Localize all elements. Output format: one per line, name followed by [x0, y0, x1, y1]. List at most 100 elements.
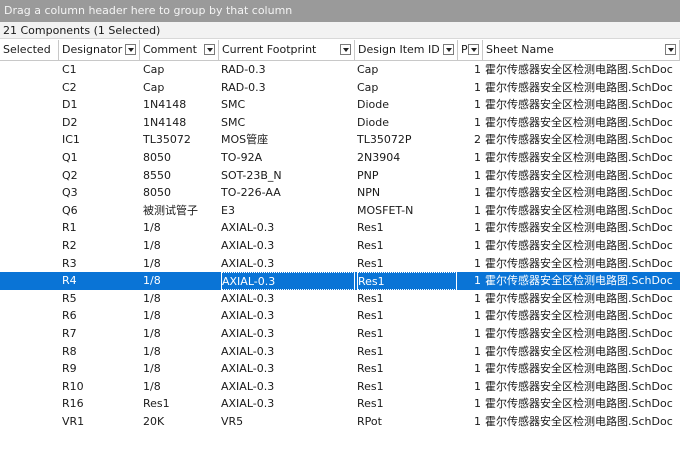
footprint-cell: TO-92A — [221, 150, 263, 164]
table-row-selected[interactable]: R4 1/8 AXIAL-0.3 Res1 1 霍尔传感器安全区检测电路图.Sc… — [0, 272, 680, 290]
table-row[interactable]: Q2 8550 SOT-23B_N PNP 1 霍尔传感器安全区检测电路图.Sc… — [0, 167, 680, 185]
column-header-label: Sheet Name — [486, 43, 554, 56]
column-header-label: Current Footprint — [222, 43, 317, 56]
table-row[interactable]: R6 1/8 AXIAL-0.3 Res1 1 霍尔传感器安全区检测电路图.Sc… — [0, 307, 680, 325]
table-row[interactable]: R10 1/8 AXIAL-0.3 Res1 1 霍尔传感器安全区检测电路图.S… — [0, 378, 680, 396]
table-row[interactable]: C1 Cap RAD-0.3 Cap 1 霍尔传感器安全区检测电路图.SchDo… — [0, 61, 680, 79]
group-by-panel[interactable]: Drag a column header here to group by th… — [0, 0, 680, 22]
footprint-cell: AXIAL-0.3 — [221, 291, 275, 305]
quantity-cell: 1 — [474, 379, 481, 393]
comment-cell: 1/8 — [143, 379, 161, 393]
comment-cell: 1/8 — [143, 274, 161, 288]
footprint-cell: AXIAL-0.3 — [221, 309, 275, 323]
table-row[interactable]: Q1 8050 TO-92A 2N3904 1 霍尔传感器安全区检测电路图.Sc… — [0, 149, 680, 167]
quantity-cell: 1 — [474, 221, 481, 235]
table-row[interactable]: IC1 TL35072 MOS管座 TL35072P 2 霍尔传感器安全区检测电… — [0, 131, 680, 149]
design-item-cell: Res1 — [357, 362, 384, 376]
table-row[interactable]: D1 1N4148 SMC Diode 1 霍尔传感器安全区检测电路图.SchD… — [0, 96, 680, 114]
table-row[interactable]: R8 1/8 AXIAL-0.3 Res1 1 霍尔传感器安全区检测电路图.Sc… — [0, 343, 680, 361]
table-row[interactable]: Q6 被测试管子 E3 MOSFET-N 1 霍尔传感器安全区检测电路图.Sch… — [0, 202, 680, 220]
components-summary: 21 Components (1 Selected) — [0, 22, 680, 39]
comment-cell: 20K — [143, 414, 165, 428]
footprint-cell: MOS管座 — [221, 133, 269, 147]
designator-cell: R8 — [62, 344, 77, 358]
sheet-name-cell: 霍尔传感器安全区检测电路图.SchDoc — [485, 221, 673, 235]
quantity-cell: 1 — [474, 80, 481, 94]
footprint-cell: AXIAL-0.3 — [221, 272, 355, 290]
column-header-design-item-id[interactable]: Design Item ID — [355, 40, 458, 60]
table-row[interactable]: VR1 20K VR5 RPot 1 霍尔传感器安全区检测电路图.SchDoc — [0, 413, 680, 431]
components-count-label: 21 Components (1 Selected) — [3, 24, 161, 37]
filter-dropdown-icon[interactable] — [665, 44, 676, 55]
column-header-label: Selected — [3, 43, 51, 56]
design-item-cell: Res1 — [357, 238, 384, 252]
table-row[interactable]: R3 1/8 AXIAL-0.3 Res1 1 霍尔传感器安全区检测电路图.Sc… — [0, 255, 680, 273]
filter-dropdown-icon[interactable] — [204, 44, 215, 55]
table-row[interactable]: R5 1/8 AXIAL-0.3 Res1 1 霍尔传感器安全区检测电路图.Sc… — [0, 290, 680, 308]
sheet-name-cell: 霍尔传感器安全区检测电路图.SchDoc — [485, 150, 673, 164]
column-header-label: Comment — [143, 43, 197, 56]
filter-dropdown-icon[interactable] — [443, 44, 454, 55]
table-row[interactable]: C2 Cap RAD-0.3 Cap 1 霍尔传感器安全区检测电路图.SchDo… — [0, 79, 680, 97]
comment-cell: 1/8 — [143, 256, 161, 270]
column-header-p[interactable]: P — [458, 40, 483, 60]
comment-cell: 8050 — [143, 186, 171, 200]
comment-cell: 1/8 — [143, 291, 161, 305]
quantity-cell: 1 — [474, 326, 481, 340]
table-row[interactable]: R2 1/8 AXIAL-0.3 Res1 1 霍尔传感器安全区检测电路图.Sc… — [0, 237, 680, 255]
sheet-name-cell: 霍尔传感器安全区检测电路图.SchDoc — [485, 256, 673, 270]
designator-cell: C1 — [62, 63, 77, 76]
comment-cell: 1/8 — [143, 326, 161, 340]
column-header-designator[interactable]: Designator — [59, 40, 140, 60]
sheet-name-cell: 霍尔传感器安全区检测电路图.SchDoc — [485, 414, 673, 428]
table-row[interactable]: D2 1N4148 SMC Diode 1 霍尔传感器安全区检测电路图.SchD… — [0, 114, 680, 132]
designator-cell: Q3 — [62, 186, 78, 200]
footprint-cell: AXIAL-0.3 — [221, 344, 275, 358]
quantity-cell: 1 — [474, 115, 481, 129]
quantity-cell: 1 — [474, 98, 481, 112]
designator-cell: R7 — [62, 326, 77, 340]
footprint-cell: AXIAL-0.3 — [221, 397, 275, 411]
design-item-cell: Res1 — [357, 379, 384, 393]
comment-cell: 1/8 — [143, 344, 161, 358]
filter-dropdown-icon[interactable] — [125, 44, 136, 55]
comment-cell: 1/8 — [143, 362, 161, 376]
design-item-cell: PNP — [357, 168, 379, 182]
designator-cell: R9 — [62, 362, 77, 376]
table-row[interactable]: R9 1/8 AXIAL-0.3 Res1 1 霍尔传感器安全区检测电路图.Sc… — [0, 360, 680, 378]
designator-cell: Q2 — [62, 168, 78, 182]
design-item-cell: NPN — [357, 186, 381, 200]
design-item-cell: TL35072P — [357, 133, 412, 147]
footprint-cell: AXIAL-0.3 — [221, 256, 275, 270]
table-row[interactable]: R16 Res1 AXIAL-0.3 Res1 1 霍尔传感器安全区检测电路图.… — [0, 395, 680, 413]
column-header-label: P — [461, 43, 468, 56]
quantity-cell: 1 — [474, 238, 481, 252]
column-header-selected[interactable]: Selected — [0, 40, 59, 60]
design-item-cell: Res1 — [357, 221, 384, 235]
designator-cell: IC1 — [62, 133, 80, 147]
table-row[interactable]: R7 1/8 AXIAL-0.3 Res1 1 霍尔传感器安全区检测电路图.Sc… — [0, 325, 680, 343]
table-row[interactable]: Q3 8050 TO-226-AA NPN 1 霍尔传感器安全区检测电路图.Sc… — [0, 184, 680, 202]
designator-cell: R6 — [62, 309, 77, 323]
design-item-cell: RPot — [357, 414, 382, 428]
quantity-cell: 1 — [474, 309, 481, 323]
filter-dropdown-icon[interactable] — [340, 44, 351, 55]
designator-cell: R16 — [62, 397, 84, 411]
sheet-name-cell: 霍尔传感器安全区检测电路图.SchDoc — [485, 362, 673, 376]
footprint-cell: AXIAL-0.3 — [221, 362, 275, 376]
design-item-cell: Res1 — [357, 309, 384, 323]
sheet-name-cell: 霍尔传感器安全区检测电路图.SchDoc — [485, 397, 673, 411]
column-header-current-footprint[interactable]: Current Footprint — [219, 40, 355, 60]
components-grid: C1 Cap RAD-0.3 Cap 1 霍尔传感器安全区检测电路图.SchDo… — [0, 61, 680, 430]
column-header-comment[interactable]: Comment — [140, 40, 219, 60]
quantity-cell: 1 — [474, 186, 481, 200]
table-row[interactable]: R1 1/8 AXIAL-0.3 Res1 1 霍尔传感器安全区检测电路图.Sc… — [0, 219, 680, 237]
column-header-sheet-name[interactable]: Sheet Name — [483, 40, 680, 60]
comment-cell: Cap — [143, 63, 165, 76]
quantity-cell: 1 — [474, 414, 481, 428]
quantity-cell: 1 — [474, 168, 481, 182]
designator-cell: R3 — [62, 256, 77, 270]
design-item-cell: Diode — [357, 115, 390, 129]
filter-dropdown-icon[interactable] — [468, 44, 479, 55]
footprint-cell: SMC — [221, 98, 246, 112]
